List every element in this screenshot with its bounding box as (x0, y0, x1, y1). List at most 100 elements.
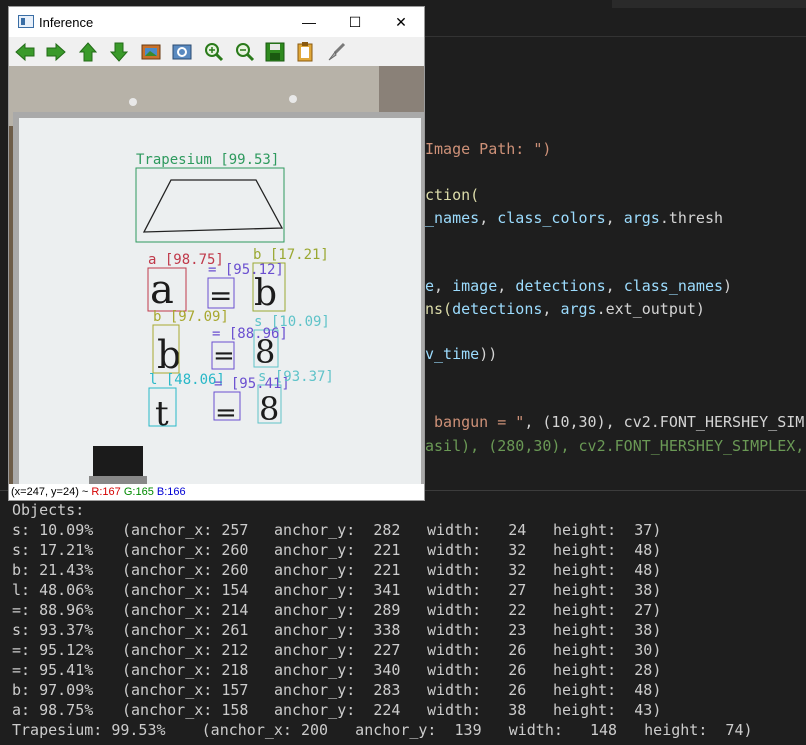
terminal-cell-w: width: 26 (427, 661, 527, 679)
terminal-cell-ay: anchor_y: 282 (274, 521, 401, 539)
terminal-cell-ay: anchor_y: 224 (274, 701, 401, 719)
title-bar[interactable]: Inference — ☐ ✕ (9, 7, 424, 37)
terminal-cell-cls: l: 48.06% (12, 581, 94, 599)
code-line: v_time)) (425, 345, 498, 363)
back-arrow-icon[interactable] (14, 41, 36, 63)
whiteboard-photo: a = b b = 8 t = 8 Trapesium [99.53] a [9… (9, 66, 424, 484)
save-icon[interactable] (264, 41, 286, 63)
terminal-cell-w: width: 24 (427, 521, 527, 539)
zoom-in-icon[interactable] (203, 41, 225, 63)
terminal-row: =: 95.41% (anchor_x: 218 anchor_y: 340 widt… (12, 660, 661, 680)
terminal-cell-ay: anchor_y: 341 (274, 581, 401, 599)
detection-label-b-1: b [17.21] (253, 247, 329, 263)
terminal-cell-cls: s: 17.21% (12, 541, 94, 559)
code-line: Image Path: ") (425, 140, 552, 158)
terminal-cell-ax: (anchor_x: 218 (122, 661, 249, 679)
maximize-button[interactable]: ☐ (332, 7, 378, 37)
svg-text:=: = (209, 279, 232, 312)
terminal-cell-h: height: 48) (553, 681, 662, 699)
code-line: asil), (280,30), cv2.FONT_HERSHEY_SIMPLE… (425, 437, 805, 455)
svg-text:8: 8 (259, 390, 279, 428)
terminal-cell-h: height: 37) (553, 521, 662, 539)
detection-label-s-1: s [10.09] (254, 314, 330, 330)
terminal-row: l: 48.06% (anchor_x: 154 anchor_y: 341 widt… (12, 580, 661, 600)
down-arrow-icon[interactable] (108, 41, 130, 63)
inference-window[interactable]: Inference — ☐ ✕ a = b b = 8 t = 8 Trapes… (8, 6, 425, 501)
zoom-region-icon[interactable] (171, 41, 193, 63)
terminal-row: b: 21.43% (anchor_x: 260 anchor_y: 221 widt… (12, 560, 661, 580)
terminal-cell-cls: s: 10.09% (12, 521, 94, 539)
terminal-cell-ax: (anchor_x: 260 (122, 541, 249, 559)
code-line: _names, class_colors, args.thresh (425, 209, 724, 227)
terminal-cell-cls: =: 95.41% (12, 661, 94, 679)
terminal-cell-h: height: 48) (553, 541, 662, 559)
detection-label-s-2: s [93.37] (258, 369, 334, 385)
terminal-cell-h: height: 43) (553, 701, 662, 719)
terminal-cell-ax: (anchor_x: 257 (122, 521, 249, 539)
pixel-green: G:165 (123, 486, 154, 498)
inference-image[interactable]: a = b b = 8 t = 8 Trapesium [99.53] a [9… (9, 66, 424, 484)
image-icon[interactable] (140, 41, 162, 63)
editor-tab-strip (612, 0, 806, 8)
terminal-cell-cls: b: 21.43% (12, 561, 94, 579)
terminal-row: =: 95.12% (anchor_x: 212 anchor_y: 227 widt… (12, 640, 661, 660)
minimize-button[interactable]: — (286, 7, 332, 37)
terminal-cell-ax: (anchor_x: 214 (122, 601, 249, 619)
svg-text:=: = (215, 398, 237, 428)
app-icon (18, 15, 34, 28)
terminal-cell-ax: (anchor_x: 212 (122, 641, 249, 659)
terminal-cell-cls: b: 97.09% (12, 681, 94, 699)
terminal-cell-ax: (anchor_x: 158 (122, 701, 249, 719)
clipboard-icon[interactable] (294, 41, 316, 63)
terminal-row: s: 93.37% (anchor_x: 261 anchor_y: 338 widt… (12, 620, 661, 640)
close-button[interactable]: ✕ (378, 7, 424, 37)
terminal-cell-ay: anchor_y: 221 (274, 561, 401, 579)
terminal-cell-h: height: 38) (553, 581, 662, 599)
terminal-cell-h: height: 28) (553, 661, 662, 679)
zoom-out-icon[interactable] (234, 41, 256, 63)
terminal-cell-ay: anchor_y: 283 (274, 681, 401, 699)
terminal-row: a: 98.75% (anchor_x: 158 anchor_y: 224 widt… (12, 700, 661, 720)
terminal-cell-h: height: 30) (553, 641, 662, 659)
terminal-cell-h: height: 27) (553, 601, 662, 619)
terminal-cell-ay: anchor_y: 338 (274, 621, 401, 639)
code-line: ction( (425, 186, 480, 204)
svg-text:b: b (254, 273, 277, 314)
code-line: bangun = ", (10,30), cv2.FONT_HERSHEY_SI… (425, 413, 805, 431)
window-title: Inference (39, 15, 94, 30)
status-bar: (x=247, y=24) ~ R:167 G:165 B:166 (9, 484, 424, 500)
svg-text:t: t (155, 394, 169, 434)
terminal-row: s: 17.21% (anchor_x: 260 anchor_y: 221 widt… (12, 540, 661, 560)
terminal-cell-w: width: 32 (427, 541, 527, 559)
terminal-cell-ax: (anchor_x: 154 (122, 581, 249, 599)
editor-divider (425, 36, 806, 37)
terminal-cell-ay: anchor_y: 340 (274, 661, 401, 679)
terminal-cell-cls: =: 95.12% (12, 641, 94, 659)
terminal-cell-ay: anchor_y: 221 (274, 541, 401, 559)
terminal-cell-w: width: 26 (427, 641, 527, 659)
terminal-cell-w: width: 22 (427, 601, 527, 619)
brush-icon[interactable] (325, 41, 347, 63)
pixel-red: R:167 (91, 486, 121, 498)
terminal-cell-cls: =: 88.96% (12, 601, 94, 619)
terminal-row: b: 97.09% (anchor_x: 157 anchor_y: 283 widt… (12, 680, 661, 700)
terminal-cell-ax: (anchor_x: 260 (122, 561, 249, 579)
terminal-last-line: Trapesium: 99.53% (anchor_x: 200 anchor_… (12, 721, 753, 739)
terminal-cell-w: width: 27 (427, 581, 527, 599)
detection-label-trapesium: Trapesium [99.53] (136, 152, 279, 168)
terminal-panel[interactable]: Objects: s: 10.09% (anchor_x: 257 anchor_y… (0, 500, 806, 745)
terminal-cell-ax: (anchor_x: 157 (122, 681, 249, 699)
terminal-cell-w: width: 32 (427, 561, 527, 579)
forward-arrow-icon[interactable] (45, 41, 67, 63)
terminal-cell-w: width: 23 (427, 621, 527, 639)
terminal-cell-ay: anchor_y: 227 (274, 641, 401, 659)
detection-label-eq-1: = [95.12] (208, 262, 284, 278)
svg-text:a: a (150, 267, 174, 313)
terminal-header: Objects: (12, 501, 85, 519)
toolbar (9, 37, 424, 67)
terminal-row: s: 10.09% (anchor_x: 257 anchor_y: 282 widt… (12, 520, 661, 540)
svg-text:=: = (213, 341, 235, 371)
terminal-cell-h: height: 48) (553, 561, 662, 579)
up-arrow-icon[interactable] (77, 41, 99, 63)
code-line: ns(detections, args.ext_output) (425, 300, 705, 318)
